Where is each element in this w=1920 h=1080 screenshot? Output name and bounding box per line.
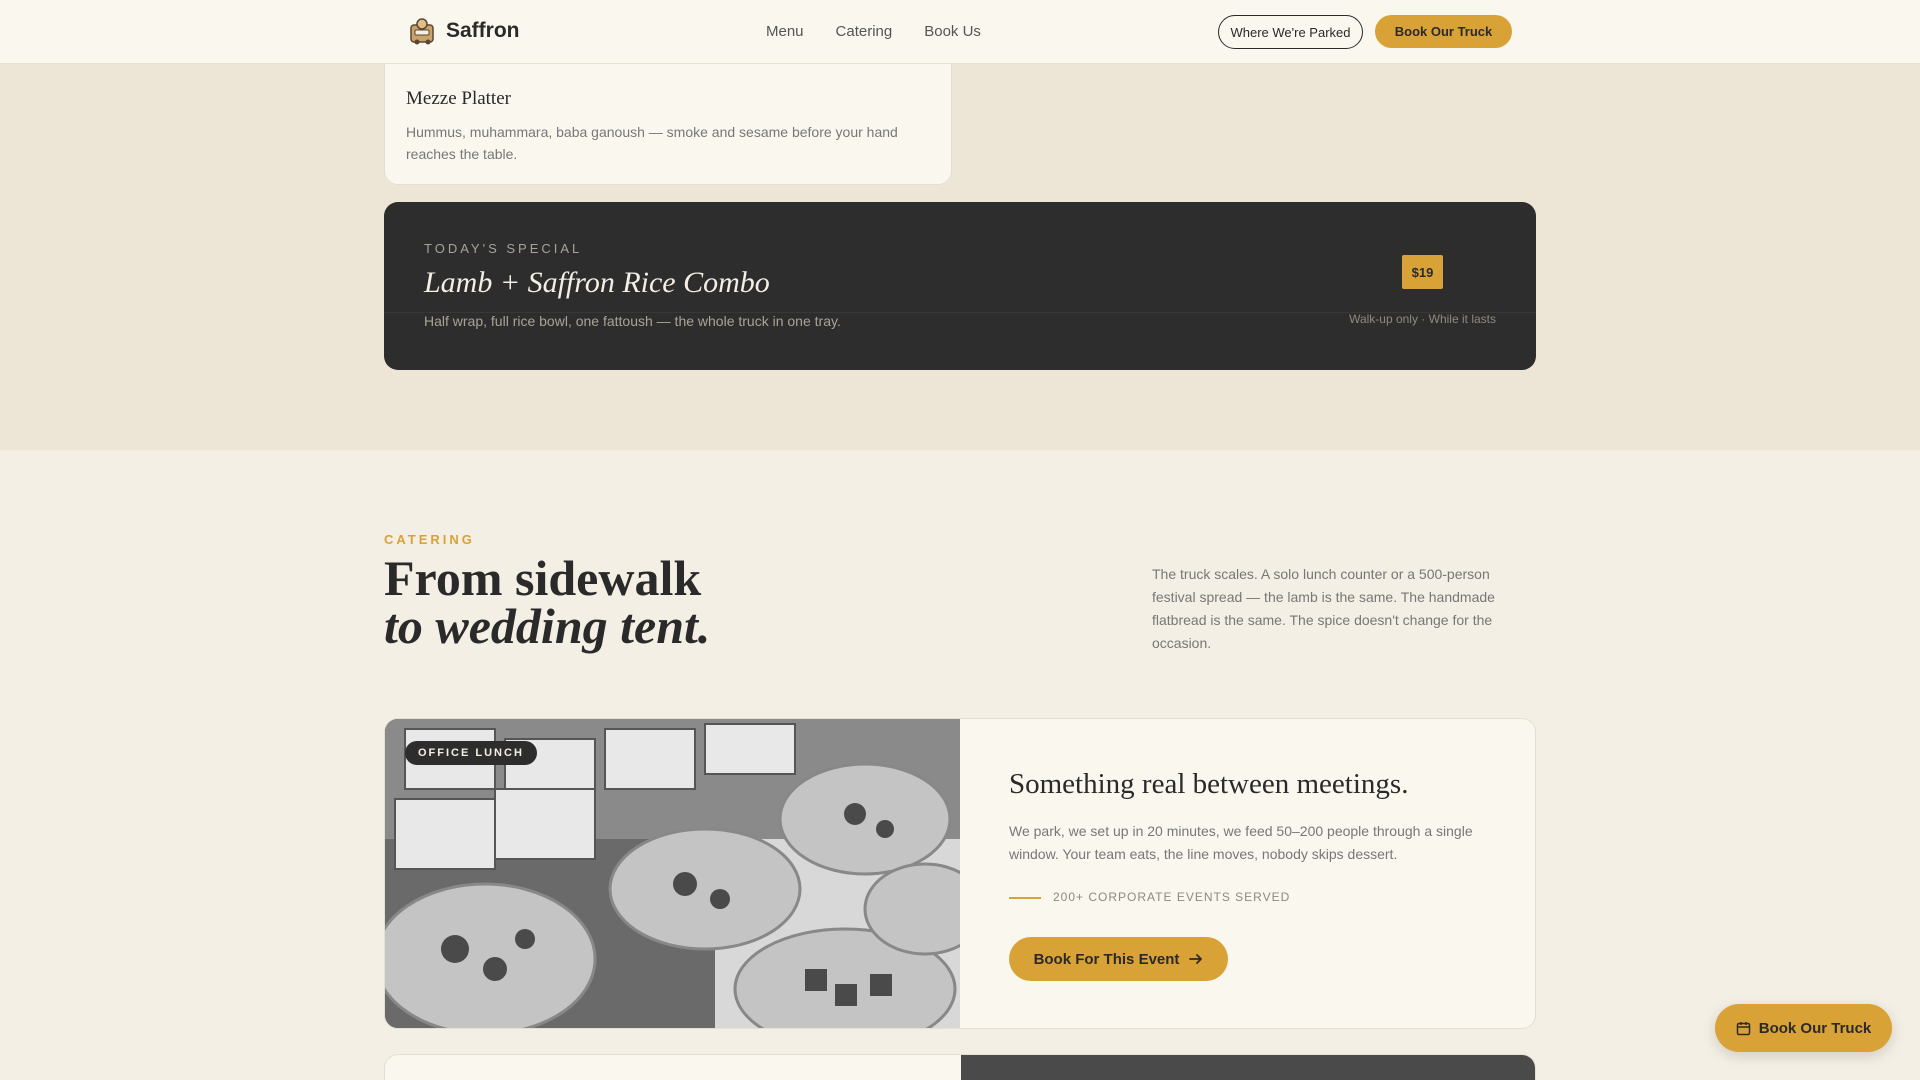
catering-heading: From sidewalk to wedding tent. bbox=[384, 550, 711, 654]
book-truck-header-button[interactable]: Book Our Truck bbox=[1375, 15, 1512, 48]
catering-trays-illustration bbox=[385, 719, 987, 1028]
arrow-right-icon bbox=[1189, 954, 1203, 964]
next-card-photo bbox=[961, 1055, 1535, 1080]
catering-description: The truck scales. A solo lunch counter o… bbox=[1152, 566, 1495, 651]
special-description: Half wrap, full rice bowl, one fattoush … bbox=[424, 313, 841, 329]
nav-book-us[interactable]: Book Us bbox=[924, 23, 981, 40]
nav-menu[interactable]: Menu bbox=[766, 23, 804, 40]
catering-heading-line1: From sidewalk bbox=[384, 550, 702, 606]
catering-kicker: CATERING bbox=[384, 532, 475, 547]
catering-trays-photo: OFFICE LUNCH bbox=[385, 719, 987, 1028]
brand[interactable]: Saffron bbox=[408, 16, 520, 46]
feature-stat: 200+ CORPORATE EVENTS SERVED bbox=[1053, 890, 1291, 904]
next-catering-card bbox=[384, 1054, 1536, 1080]
main-nav: Menu Catering Book Us bbox=[766, 23, 981, 40]
special-note: Walk-up only · While it lasts bbox=[1349, 312, 1496, 326]
stat-accent-line bbox=[1009, 897, 1041, 899]
special-title: Lamb + Saffron Rice Combo bbox=[424, 266, 770, 299]
menu-item-title: Mezze Platter bbox=[406, 88, 511, 109]
office-lunch-card: OFFICE LUNCH Something real between meet… bbox=[384, 718, 1536, 1029]
feature-description: We park, we set up in 20 minutes, we fee… bbox=[1009, 823, 1473, 862]
menu-section: Mezze Platter Hummus, muhammara, baba ga… bbox=[0, 0, 1920, 450]
book-event-button-label: Book For This Event bbox=[1033, 950, 1180, 968]
floating-book-truck-button[interactable]: Book Our Truck bbox=[1715, 1004, 1892, 1052]
feature-title: Something real between meetings. bbox=[1009, 768, 1409, 800]
book-event-button[interactable]: Book For This Event bbox=[1009, 937, 1228, 981]
office-lunch-badge: OFFICE LUNCH bbox=[405, 741, 537, 765]
menu-item-card[interactable]: Mezze Platter Hummus, muhammara, baba ga… bbox=[384, 0, 953, 185]
nav-catering[interactable]: Catering bbox=[836, 23, 893, 40]
floating-button-label: Book Our Truck bbox=[1758, 1019, 1872, 1037]
brand-name: Saffron bbox=[446, 19, 520, 42]
where-parked-button[interactable]: Where We're Parked bbox=[1218, 15, 1363, 49]
menu-item-description: Hummus, muhammara, baba ganoush — smoke … bbox=[406, 124, 898, 162]
site-header: Saffron Menu Catering Book Us Where We'r… bbox=[0, 0, 1920, 64]
special-kicker: TODAY'S SPECIAL bbox=[424, 241, 583, 256]
catering-heading-line2: to wedding tent. bbox=[384, 598, 711, 654]
special-price-badge: $19 bbox=[1402, 255, 1443, 289]
truck-logo-icon bbox=[410, 18, 434, 45]
todays-special-banner: TODAY'S SPECIAL Lamb + Saffron Rice Comb… bbox=[384, 202, 1536, 370]
calendar-icon bbox=[1736, 1021, 1750, 1035]
